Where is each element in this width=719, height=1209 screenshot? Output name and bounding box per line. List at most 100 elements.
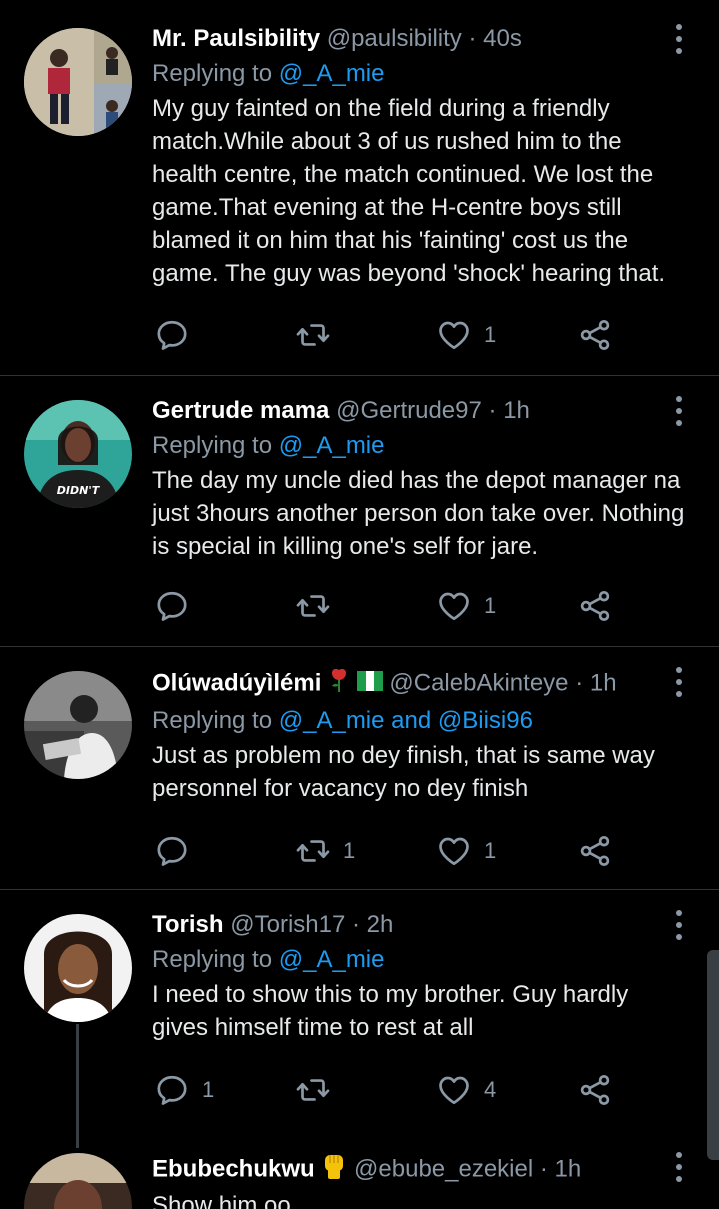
more-options-icon[interactable]	[669, 1152, 689, 1182]
retweet-icon	[295, 1072, 331, 1108]
mention-link[interactable]: @_A_mie	[279, 432, 385, 459]
user-handle[interactable]: @ebube_ezekiel	[354, 1155, 533, 1182]
retweet-button[interactable]: 1	[295, 831, 355, 871]
retweet-icon	[295, 317, 331, 353]
avatar[interactable]	[24, 28, 132, 136]
tweet-text: The day my uncle died has the depot mana…	[152, 467, 685, 560]
avatar-image	[24, 1153, 132, 1209]
avatar[interactable]: DIDN'T	[24, 400, 132, 508]
mention-link[interactable]: @_A_mie and @Biisi96	[279, 707, 533, 734]
like-count: 4	[484, 1077, 497, 1102]
reply-icon	[154, 317, 190, 353]
raised-fist-icon	[321, 1152, 347, 1188]
avatar-shirt-text: DIDN'T	[57, 484, 101, 497]
tweet-header: Ebubechukwu @ebube_ezekiel · 1h	[152, 1152, 689, 1188]
avatar-image: DIDN'T	[24, 400, 132, 508]
timestamp[interactable]: 1h	[590, 669, 617, 696]
user-handle[interactable]: @Gertrude97	[336, 397, 482, 424]
like-button[interactable]: 1	[436, 831, 496, 871]
tweet-calebakinteye[interactable]: Olúwadúyìlémi @CalebAkinteye · 1h Replyi…	[0, 647, 719, 890]
display-name[interactable]: Olúwadúyìlémi	[152, 669, 321, 696]
reply-button[interactable]: 1	[154, 1070, 214, 1110]
separator: ·	[488, 397, 497, 424]
display-name[interactable]: Mr. Paulsibility	[152, 25, 320, 52]
thread-connector	[76, 1024, 79, 1148]
action-bar: 1	[152, 586, 622, 626]
reply-count: 1	[202, 1077, 215, 1102]
avatar-image	[24, 28, 132, 136]
share-icon	[577, 1072, 613, 1108]
reply-button[interactable]	[154, 586, 202, 626]
tweet-header: Gertrude mama @Gertrude97 · 1h	[152, 396, 689, 426]
tweet-paulsibility[interactable]: Mr. Paulsibility @paulsibility · 40s Rep…	[0, 0, 719, 376]
like-button[interactable]: 1	[436, 315, 496, 355]
heart-icon	[436, 833, 472, 869]
scrollbar-thumb[interactable]	[707, 950, 719, 1160]
avatar[interactable]	[24, 671, 132, 779]
more-options-icon[interactable]	[669, 24, 689, 54]
replying-to-label: Replying to	[152, 60, 279, 87]
tweet-body: Torish @Torish17 · 2h Replying to @_A_mi…	[152, 910, 689, 1044]
reply-icon	[154, 833, 190, 869]
share-icon	[577, 588, 613, 624]
display-name[interactable]: Gertrude mama	[152, 397, 329, 424]
action-bar: 1	[152, 315, 622, 355]
replying-to-label: Replying to	[152, 707, 279, 734]
tweet-header: Mr. Paulsibility @paulsibility · 40s	[152, 24, 689, 54]
share-button[interactable]	[577, 1070, 613, 1110]
retweet-button[interactable]	[295, 1070, 343, 1110]
mention-link[interactable]: @_A_mie	[279, 946, 385, 973]
tweet-text: I need to show this to my brother. Guy h…	[152, 981, 629, 1041]
reply-button[interactable]	[154, 315, 202, 355]
reply-icon	[154, 588, 190, 624]
like-count: 1	[484, 593, 497, 618]
heart-icon	[436, 588, 472, 624]
like-button[interactable]: 4	[436, 1070, 496, 1110]
tweet-text: Just as problem no dey finish, that is s…	[152, 742, 655, 802]
like-count: 1	[484, 838, 497, 863]
tweet-torish[interactable]: Torish @Torish17 · 2h Replying to @_A_mi…	[0, 890, 719, 1135]
share-button[interactable]	[577, 831, 613, 871]
user-handle[interactable]: @CalebAkinteye	[389, 669, 568, 696]
reply-button[interactable]	[154, 831, 202, 871]
user-handle[interactable]: @Torish17	[230, 911, 345, 938]
share-icon	[577, 317, 613, 353]
reply-icon	[154, 1072, 190, 1108]
retweet-icon	[295, 588, 331, 624]
more-options-icon[interactable]	[669, 667, 689, 697]
display-name[interactable]: Torish	[152, 911, 224, 938]
like-button[interactable]: 1	[436, 586, 496, 626]
display-name[interactable]: Ebubechukwu	[152, 1155, 315, 1182]
action-bar: 1 4	[152, 1070, 622, 1110]
share-button[interactable]	[577, 586, 613, 626]
tweet-gertrude[interactable]: DIDN'T Gertrude mama @Gertrude97 · 1h Re…	[0, 376, 719, 647]
avatar[interactable]	[24, 914, 132, 1022]
tweet-text: My guy fainted on the field during a fri…	[152, 95, 666, 287]
heart-icon	[436, 317, 472, 353]
tweet-body: Mr. Paulsibility @paulsibility · 40s Rep…	[152, 24, 689, 290]
replying-to: Replying to @_A_mie	[152, 431, 689, 461]
mention-link[interactable]: @_A_mie	[279, 60, 385, 87]
separator: ·	[575, 669, 584, 697]
replying-to: Replying to @_A_mie	[152, 945, 689, 975]
timestamp[interactable]: 1h	[555, 1155, 582, 1182]
retweet-count: 1	[343, 838, 356, 863]
separator: ·	[539, 1155, 548, 1183]
tweet-header: Torish @Torish17 · 2h	[152, 910, 689, 940]
retweet-button[interactable]	[295, 586, 343, 626]
share-button[interactable]	[577, 315, 613, 355]
tweet-ebube-ezekiel[interactable]: Ebubechukwu @ebube_ezekiel · 1h Show him…	[0, 1135, 719, 1209]
user-handle[interactable]: @paulsibility	[327, 25, 462, 52]
tweet-body: Ebubechukwu @ebube_ezekiel · 1h Show him…	[152, 1152, 689, 1209]
more-options-icon[interactable]	[669, 910, 689, 940]
rose-icon	[328, 667, 350, 701]
timestamp[interactable]: 2h	[367, 911, 394, 938]
more-options-icon[interactable]	[669, 396, 689, 426]
avatar[interactable]	[24, 1153, 132, 1209]
timestamp[interactable]: 1h	[503, 397, 530, 424]
tweet-text: Show him oo	[152, 1192, 291, 1209]
tweet-header: Olúwadúyìlémi @CalebAkinteye · 1h	[152, 667, 689, 701]
timestamp[interactable]: 40s	[483, 25, 522, 52]
retweet-button[interactable]	[295, 315, 343, 355]
separator: ·	[468, 25, 477, 52]
